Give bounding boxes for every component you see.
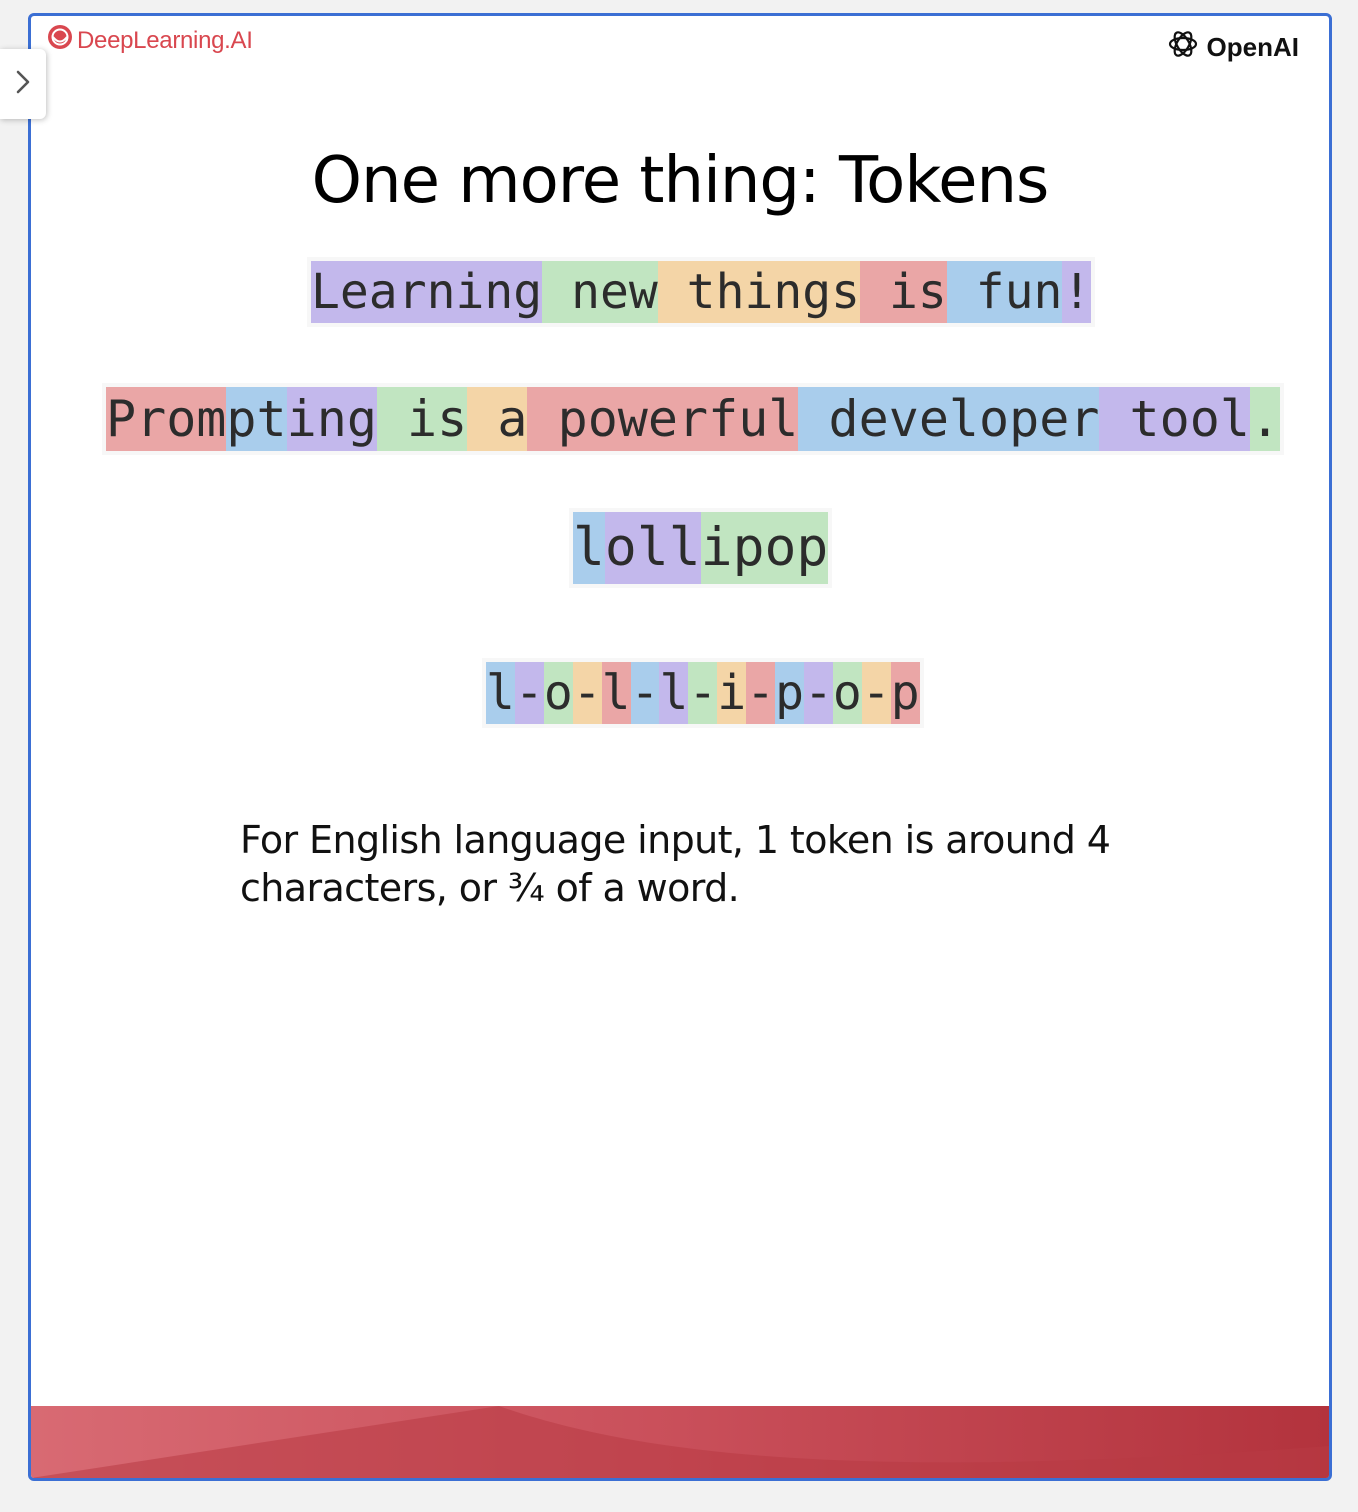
token: . xyxy=(1249,387,1281,451)
token: Learning xyxy=(311,261,543,323)
token: p xyxy=(775,662,804,724)
token: p xyxy=(890,662,920,724)
token: l xyxy=(659,662,689,724)
token-line-learning: Learning new things is fun! xyxy=(307,257,1096,327)
token: a xyxy=(467,387,528,451)
token: fun xyxy=(946,261,1063,323)
token: - xyxy=(514,662,544,724)
sidebar-toggle-button[interactable] xyxy=(0,49,46,119)
token: i xyxy=(717,662,747,724)
token-line-prompting: Prom pt ing is a powerful developer tool. xyxy=(102,383,1285,455)
token: pt xyxy=(226,387,287,451)
openai-logo-text: OpenAI xyxy=(1206,32,1299,62)
token: oll xyxy=(604,512,701,584)
token: Prom xyxy=(106,387,227,451)
token: - xyxy=(630,662,660,724)
openai-logo: OpenAI xyxy=(1165,26,1299,69)
token: - xyxy=(572,662,602,724)
token: l xyxy=(573,512,605,584)
token: is xyxy=(376,387,468,451)
token: things xyxy=(657,261,861,323)
slide-frame: DeepLearning.AI OpenAI One more thing: T… xyxy=(28,13,1332,1481)
deeplearning-mark-icon xyxy=(47,24,73,57)
token: - xyxy=(803,662,833,724)
chevron-right-icon xyxy=(14,69,32,100)
token: tool xyxy=(1099,387,1250,451)
deeplearning-logo: DeepLearning.AI xyxy=(47,24,253,57)
token: l xyxy=(601,662,631,724)
token: new xyxy=(542,261,658,323)
deeplearning-logo-text: DeepLearning.AI xyxy=(77,26,253,54)
footer-wave xyxy=(31,1406,1329,1478)
token: developer xyxy=(798,387,1100,451)
token: o xyxy=(543,662,573,724)
token: is xyxy=(860,261,947,323)
token: ipop xyxy=(700,512,829,584)
token-line-lollipop: l oll ipop xyxy=(569,508,833,588)
token: o xyxy=(832,662,862,724)
slide-title: One more thing: Tokens xyxy=(311,144,1050,218)
token: ! xyxy=(1062,261,1092,323)
token: - xyxy=(746,662,776,724)
token: ing xyxy=(286,387,377,451)
token: - xyxy=(688,662,718,724)
token-line-lollipop-dashed: l-o-l-l-i-p-o-p xyxy=(482,658,924,728)
token: powerful xyxy=(527,387,799,451)
openai-mark-icon xyxy=(1165,26,1201,69)
token: - xyxy=(861,662,891,724)
slide-caption: For English language input, 1 token is a… xyxy=(240,818,1111,910)
token: l xyxy=(486,662,515,724)
